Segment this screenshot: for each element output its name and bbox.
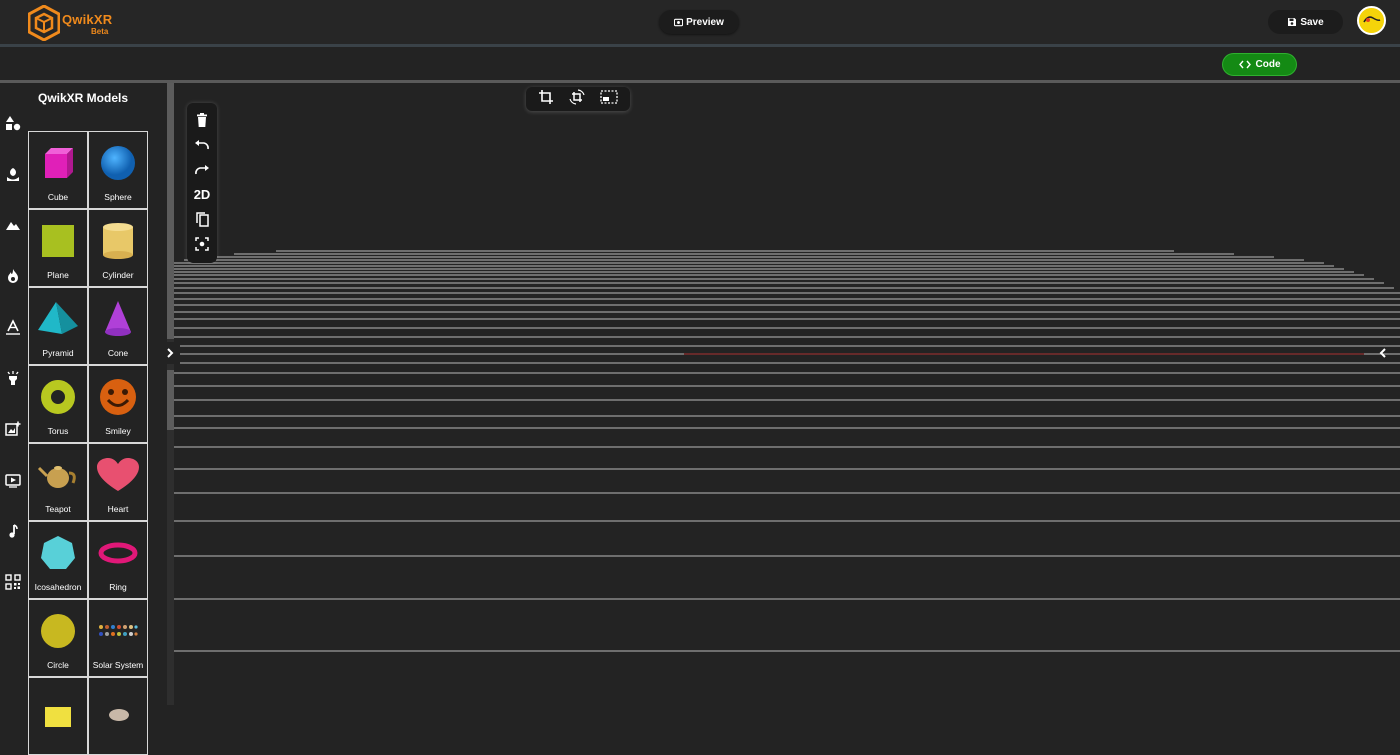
terrain-icon[interactable]: [4, 216, 22, 234]
preview-label: Preview: [686, 16, 724, 28]
code-label: Code: [1255, 59, 1281, 70]
video-icon[interactable]: [4, 471, 22, 489]
edit-toolbar: 2D: [187, 103, 217, 263]
model-item-solar-system[interactable]: Solar System: [88, 599, 148, 677]
add-image-icon[interactable]: [4, 420, 22, 438]
model-item-plane[interactable]: Plane: [28, 209, 88, 287]
model-item-smiley[interactable]: Smiley: [88, 365, 148, 443]
redo-icon[interactable]: [187, 160, 217, 180]
brand-name: QwikXR: [62, 12, 113, 27]
cone-icon: [89, 294, 147, 344]
model-item-cylinder[interactable]: Cylinder: [88, 209, 148, 287]
save-button[interactable]: Save: [1268, 10, 1343, 34]
preview-button[interactable]: Preview: [659, 10, 739, 34]
model-item-label: Sphere: [104, 192, 132, 202]
model-item-label: Ring: [109, 582, 127, 592]
circle-icon: [29, 606, 87, 656]
crop-icon[interactable]: [538, 89, 554, 110]
chevron-right-icon: [167, 348, 174, 358]
plane-icon: [29, 216, 87, 266]
undo-icon[interactable]: [187, 135, 217, 155]
model-item-heart[interactable]: Heart: [88, 443, 148, 521]
partial-icon: [29, 684, 87, 734]
cube-icon: [29, 138, 87, 188]
partial-icon: [89, 684, 147, 734]
models-panel: QwikXR Models Cube Sphere Plane Cylinder…: [27, 83, 167, 755]
top-bar: QwikXR Beta Preview Save: [0, 0, 1400, 44]
2d-toggle[interactable]: 2D: [187, 184, 217, 204]
model-item-label: Smiley: [105, 426, 131, 436]
light-icon[interactable]: [4, 369, 22, 387]
smiley-icon: [89, 372, 147, 422]
model-item-partial-1[interactable]: [28, 677, 88, 755]
model-item-label: Cone: [107, 348, 129, 358]
preview-icon: [674, 18, 684, 26]
ring-icon: [89, 528, 147, 578]
model-item-label: Pyramid: [42, 348, 74, 358]
model-item-label: Plane: [47, 270, 69, 280]
select-area-icon[interactable]: [600, 89, 618, 109]
heart-icon: [89, 450, 147, 500]
focus-icon[interactable]: [187, 234, 217, 254]
model-item-label: Circle: [47, 660, 69, 670]
text-icon[interactable]: [4, 318, 22, 336]
model-item-label: Icosahedron: [34, 582, 82, 592]
model-item-label: Cube: [47, 192, 69, 202]
qr-code-icon[interactable]: [4, 573, 22, 591]
code-button[interactable]: Code: [1222, 53, 1297, 76]
music-icon[interactable]: [4, 522, 22, 540]
code-icon: [1238, 60, 1251, 69]
qwikxr-logo-icon[interactable]: [28, 5, 60, 41]
save-label: Save: [1300, 16, 1324, 28]
avatar[interactable]: [1357, 6, 1386, 35]
brand-sub: Beta: [91, 27, 109, 36]
model-item-pyramid[interactable]: Pyramid: [28, 287, 88, 365]
chevron-left-icon: [1379, 348, 1386, 358]
panel-scrollbar-thumb-lower[interactable]: [167, 370, 174, 430]
collapse-left-panel-button[interactable]: [160, 342, 180, 364]
view-toolbar: [526, 87, 630, 111]
expand-right-panel-button[interactable]: [1373, 342, 1393, 364]
model-item-label: Teapot: [45, 504, 71, 514]
model-item-teapot[interactable]: Teapot: [28, 443, 88, 521]
copy-icon[interactable]: [187, 209, 217, 229]
sub-bar: [0, 47, 1400, 80]
scene-canvas[interactable]: [174, 83, 1400, 705]
model-item-torus[interactable]: Torus: [28, 365, 88, 443]
solar-system-icon: [89, 606, 147, 656]
model-item-partial-2[interactable]: [88, 677, 148, 755]
model-item-circle[interactable]: Circle: [28, 599, 88, 677]
avatar-logo-icon: [1359, 8, 1384, 33]
delete-icon[interactable]: [187, 110, 217, 130]
model-item-icosahedron[interactable]: Icosahedron: [28, 521, 88, 599]
panel-scrollbar-thumb[interactable]: [167, 83, 174, 339]
nature-icon[interactable]: [4, 165, 22, 183]
model-item-label: Torus: [47, 426, 69, 436]
teapot-icon: [29, 450, 87, 500]
torus-icon: [29, 372, 87, 422]
sphere-icon: [89, 138, 147, 188]
cylinder-icon: [89, 216, 147, 266]
icosahedron-icon: [29, 528, 87, 578]
fire-icon[interactable]: [4, 267, 22, 285]
models-panel-title: QwikXR Models: [38, 91, 129, 105]
grid-floor: [174, 250, 1400, 652]
icon-rail: [0, 83, 27, 705]
save-icon: [1288, 18, 1297, 26]
model-item-sphere[interactable]: Sphere: [88, 131, 148, 209]
model-item-ring[interactable]: Ring: [88, 521, 148, 599]
model-item-label: Heart: [107, 504, 129, 514]
shapes-icon[interactable]: [4, 114, 22, 132]
model-item-label: Solar System: [92, 660, 144, 670]
crop-rotate-icon[interactable]: [569, 88, 585, 110]
model-item-label: Cylinder: [102, 270, 134, 280]
model-item-cube[interactable]: Cube: [28, 131, 88, 209]
model-item-cone[interactable]: Cone: [88, 287, 148, 365]
pyramid-icon: [29, 294, 87, 344]
